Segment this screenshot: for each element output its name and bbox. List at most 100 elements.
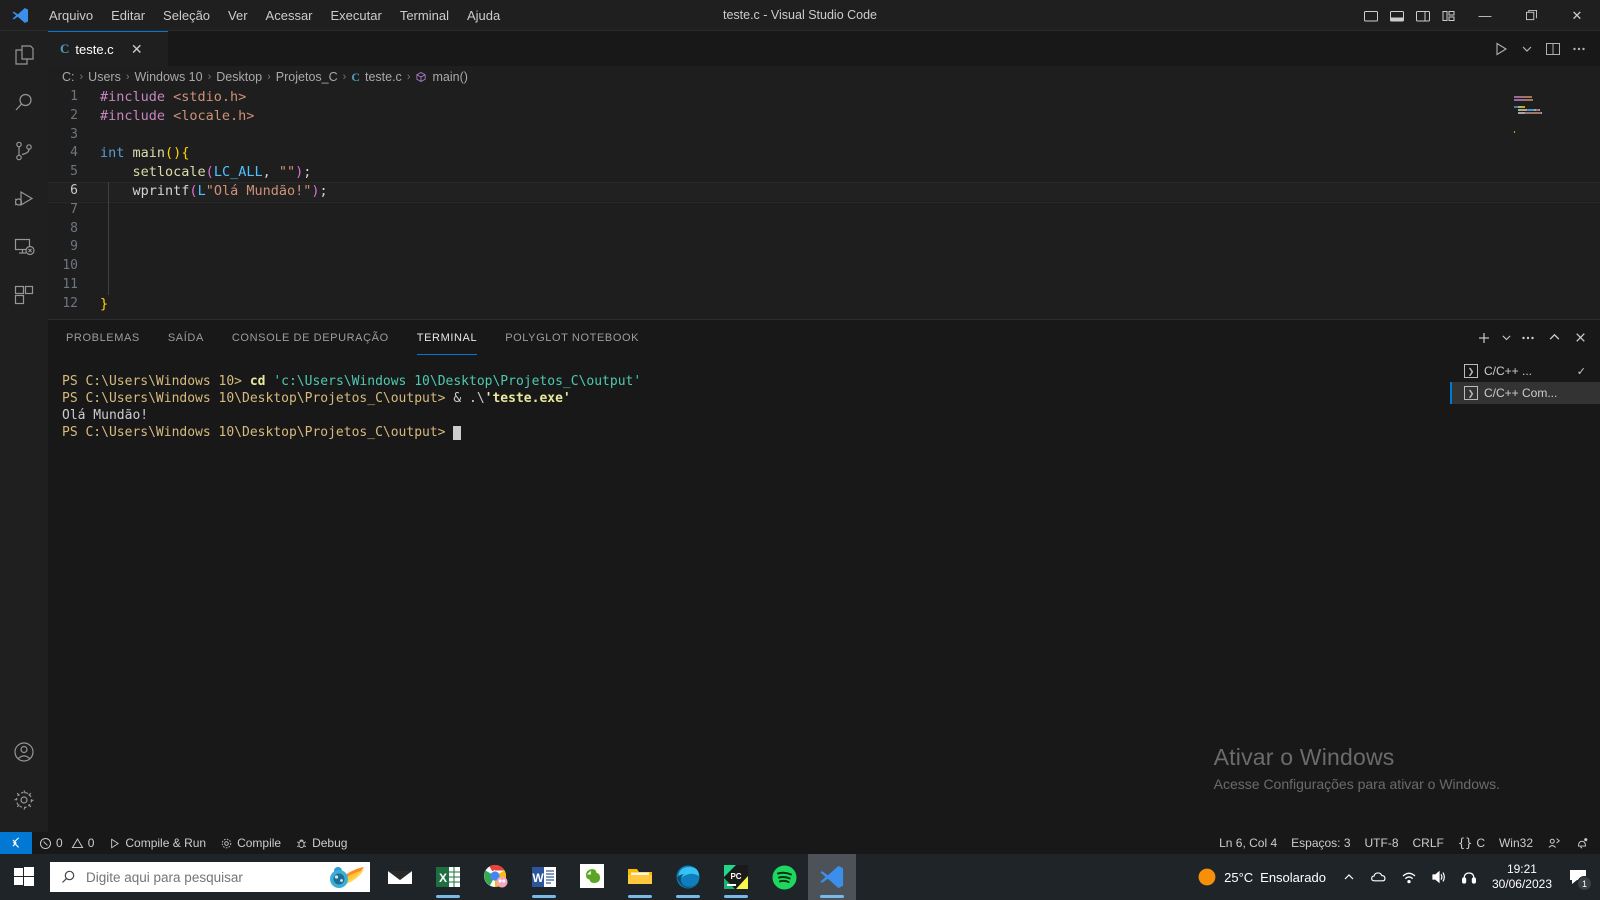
speaker-icon[interactable] bbox=[1424, 854, 1454, 900]
code-line[interactable]: 1 #include <stdio.h> bbox=[48, 88, 1600, 107]
status-language-mode[interactable]: {} C bbox=[1451, 832, 1492, 854]
menu-item-ver[interactable]: Ver bbox=[219, 5, 257, 26]
minimap[interactable] bbox=[1512, 88, 1586, 319]
taskbar-app-evernote[interactable] bbox=[568, 854, 616, 900]
status-compile-and-run[interactable]: Compile & Run bbox=[101, 832, 213, 854]
terminal-profiles-chevron-down-icon[interactable] bbox=[1498, 325, 1514, 351]
taskbar-search[interactable] bbox=[50, 862, 370, 892]
code-line[interactable]: 12} bbox=[48, 295, 1600, 314]
maximize-button[interactable] bbox=[1508, 0, 1554, 31]
taskbar-app-edge[interactable] bbox=[664, 854, 712, 900]
menu-item-executar[interactable]: Executar bbox=[322, 5, 391, 26]
compile-and-run-label: Compile & Run bbox=[125, 836, 207, 850]
taskbar-app-spotify[interactable] bbox=[760, 854, 808, 900]
breadcrumb-item[interactable]: teste.c bbox=[365, 70, 402, 84]
breadcrumb-item[interactable]: Desktop bbox=[216, 70, 262, 84]
panel-tab-problemas[interactable]: PROBLEMAS bbox=[56, 320, 150, 355]
code-line[interactable]: 8 bbox=[48, 220, 1600, 239]
menu-item-ajuda[interactable]: Ajuda bbox=[458, 5, 509, 26]
activity-bar-item-remote-explorer[interactable] bbox=[0, 223, 48, 271]
activity-bar-item-run-and-debug[interactable] bbox=[0, 175, 48, 223]
search-input[interactable] bbox=[86, 869, 316, 885]
status-live-share[interactable] bbox=[1540, 832, 1568, 854]
onedrive-cloud-icon[interactable] bbox=[1364, 854, 1394, 900]
close-panel-icon[interactable] bbox=[1568, 325, 1592, 351]
run-options-chevron-down-icon[interactable] bbox=[1514, 31, 1540, 66]
breadcrumb-item[interactable]: C: bbox=[62, 70, 75, 84]
breadcrumb-item[interactable]: Projetos_C bbox=[276, 70, 338, 84]
code-line[interactable]: 10 bbox=[48, 257, 1600, 276]
headset-icon[interactable] bbox=[1454, 854, 1484, 900]
code-editor[interactable]: 1 #include <stdio.h> 2 #include <locale.h> 3… bbox=[48, 88, 1600, 319]
menu-item-terminal[interactable]: Terminal bbox=[391, 5, 458, 26]
split-editor-icon[interactable] bbox=[1540, 31, 1566, 66]
activity-bar-item-extensions[interactable] bbox=[0, 271, 48, 319]
panel-tab-polyglot-notebook[interactable]: POLYGLOT NOTEBOOK bbox=[495, 320, 649, 355]
cortana-orb-icon[interactable] bbox=[322, 862, 366, 892]
status-debug[interactable]: Debug bbox=[288, 832, 354, 854]
activity-bar-item-accounts[interactable] bbox=[0, 728, 48, 776]
close-icon[interactable]: ✕ bbox=[128, 42, 146, 56]
start-button[interactable] bbox=[0, 854, 48, 900]
taskbar-app-mail[interactable] bbox=[376, 854, 424, 900]
activity-bar-item-search[interactable] bbox=[0, 79, 48, 127]
more-actions-ellipsis-icon[interactable] bbox=[1566, 31, 1592, 66]
taskbar-app-pycharm[interactable]: PC bbox=[712, 854, 760, 900]
taskbar-clock[interactable]: 19:21 30/06/2023 bbox=[1484, 854, 1560, 900]
wifi-icon[interactable] bbox=[1394, 854, 1424, 900]
status-notifications[interactable] bbox=[1568, 832, 1596, 854]
menu-item-seleção[interactable]: Seleção bbox=[154, 5, 219, 26]
status-compile[interactable]: Compile bbox=[213, 832, 288, 854]
terminal-output[interactable]: PS C:\Users\Windows 10> cd 'c:\Users\Win… bbox=[48, 355, 1450, 832]
panel-tab-console-de-depuração[interactable]: CONSOLE DE DEPURAÇÃO bbox=[222, 320, 399, 355]
code-line[interactable]: 7 bbox=[48, 201, 1600, 220]
taskbar-app-word[interactable]: W bbox=[520, 854, 568, 900]
taskbar-app-excel[interactable]: X bbox=[424, 854, 472, 900]
breadcrumb-item[interactable]: main() bbox=[432, 70, 467, 84]
toggle-primary-sidebar-icon[interactable] bbox=[1358, 0, 1384, 31]
maximize-panel-chevron-up-icon[interactable] bbox=[1542, 325, 1566, 351]
code-line[interactable]: 2 #include <locale.h> bbox=[48, 107, 1600, 126]
code-line[interactable]: 5 setlocale(LC_ALL, ""); bbox=[48, 163, 1600, 182]
show-hidden-icons-chevron-up-icon[interactable] bbox=[1334, 854, 1364, 900]
panel-tab-saída[interactable]: SAÍDA bbox=[158, 320, 214, 355]
toggle-panel-icon[interactable] bbox=[1384, 0, 1410, 31]
breadcrumb-item[interactable]: Windows 10 bbox=[135, 70, 203, 84]
remote-window-button[interactable] bbox=[0, 832, 32, 854]
status-indentation[interactable]: Espaços: 3 bbox=[1284, 832, 1357, 854]
menu-item-arquivo[interactable]: Arquivo bbox=[40, 5, 102, 26]
weather-widget[interactable]: 25°C Ensolarado bbox=[1189, 854, 1334, 900]
status-problems[interactable]: 0 0 bbox=[32, 832, 101, 854]
editor-tab-teste-c[interactable]: C teste.c ✕ bbox=[48, 31, 168, 66]
taskbar-app-file-explorer[interactable] bbox=[616, 854, 664, 900]
code-line[interactable]: 3 bbox=[48, 126, 1600, 145]
run-code-button[interactable] bbox=[1488, 31, 1514, 66]
minimize-button[interactable]: — bbox=[1462, 0, 1508, 31]
terminal-list-item[interactable]: ❯ C/C++ Com... bbox=[1450, 382, 1600, 404]
code-line[interactable]: 9 bbox=[48, 238, 1600, 257]
menu-item-acessar[interactable]: Acessar bbox=[257, 5, 322, 26]
breadcrumb-item[interactable]: Users bbox=[88, 70, 121, 84]
code-line[interactable]: 11 bbox=[48, 276, 1600, 295]
code-line[interactable]: 4 int main(){ bbox=[48, 144, 1600, 163]
status-eol[interactable]: CRLF bbox=[1406, 832, 1451, 854]
code-line[interactable]: 6 wprintf(L"Olá Mundão!"); bbox=[48, 181, 1600, 203]
terminal-list-item[interactable]: ❯ C/C++ ... ✓ bbox=[1450, 360, 1600, 382]
action-center-button[interactable]: 1 bbox=[1560, 854, 1596, 900]
activity-bar-item-explorer[interactable] bbox=[0, 31, 48, 79]
taskbar-app-vscode[interactable] bbox=[808, 854, 856, 900]
taskbar-app-chrome[interactable] bbox=[472, 854, 520, 900]
panel-more-ellipsis-icon[interactable] bbox=[1516, 325, 1540, 351]
remote-icon bbox=[9, 836, 23, 850]
status-cursor-position[interactable]: Ln 6, Col 4 bbox=[1212, 832, 1284, 854]
activity-bar-item-source-control[interactable] bbox=[0, 127, 48, 175]
toggle-secondary-sidebar-icon[interactable] bbox=[1410, 0, 1436, 31]
new-terminal-plus-icon[interactable] bbox=[1472, 325, 1496, 351]
panel-tab-terminal[interactable]: TERMINAL bbox=[407, 320, 487, 355]
activity-bar-item-manage[interactable] bbox=[0, 776, 48, 824]
close-button[interactable]: ✕ bbox=[1554, 0, 1600, 31]
menu-item-editar[interactable]: Editar bbox=[102, 5, 154, 26]
customize-layout-icon[interactable] bbox=[1436, 0, 1462, 31]
status-platform[interactable]: Win32 bbox=[1492, 832, 1540, 854]
status-encoding[interactable]: UTF-8 bbox=[1358, 832, 1406, 854]
